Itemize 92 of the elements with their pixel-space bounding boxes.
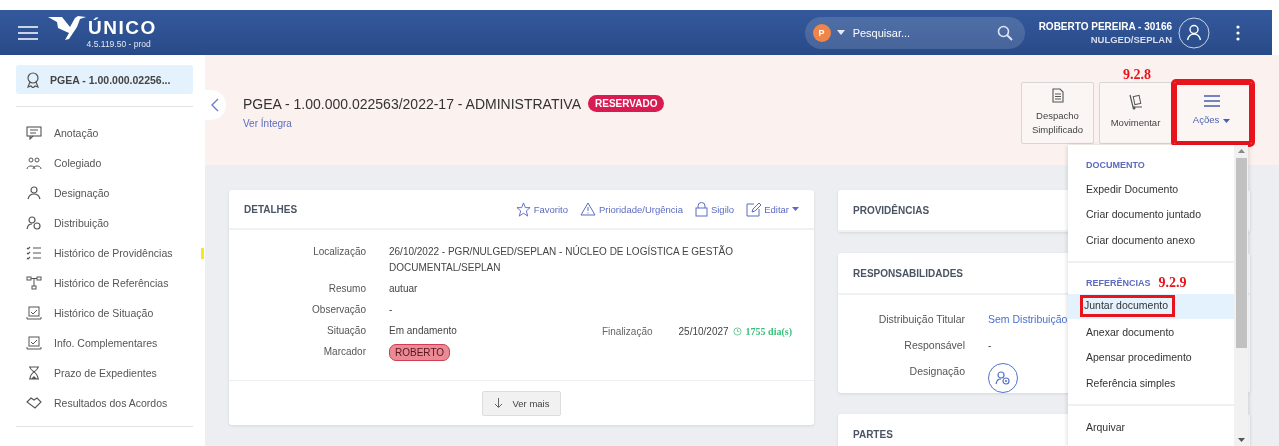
card-title: DETALHES [244,203,298,215]
field-label: Observação [311,303,366,317]
scroll-down-icon[interactable] [1237,438,1245,442]
card-title: RESPONSABILIDADES [853,267,963,279]
menu-item[interactable]: Apensar procedimento [1068,344,1234,370]
edit-icon [746,201,762,217]
view-full-link[interactable]: Ver Íntegra [243,118,1021,129]
annotation-label: 9.2.8 [1123,67,1151,82]
field-value: 25/10/2027 [678,325,729,337]
field-value: - [389,303,393,317]
person-icon [26,216,42,230]
checklist-icon [26,246,42,260]
sidebar-item[interactable]: Distribuição [16,208,193,238]
field-value: Em andamento [389,324,457,338]
lock-icon [694,201,708,217]
note-icon [26,126,42,140]
card-title: PARTES [853,428,893,440]
clock-icon [732,326,742,336]
menu-icon [1203,95,1220,108]
remaining-days: 1755 dia(s) [745,325,792,337]
field-label: Responsável [903,338,965,353]
sidebar-item[interactable]: Histórico de Referências [16,268,193,298]
menu-item[interactable]: Referência simples [1068,370,1234,396]
menu-item[interactable]: Criar documento juntado [1068,201,1234,227]
field-label: Distribuição Titular [877,312,965,327]
annotation-label: 9.2.9 [1158,274,1187,291]
process-title: PGEA - 1.00.000.022563/2022-17 - ADMINISTRATIVA [243,95,581,112]
award-icon [26,71,40,88]
people-icon [26,156,42,170]
hourglass-icon [26,366,42,380]
sidebar-item[interactable]: Designação [16,178,193,208]
field-label: Resumo [327,282,366,296]
user-name: ROBERTO PEREIRA - 30166 [1038,20,1172,32]
document-icon [1051,87,1064,103]
field-value: 26/10/2022 - PGR/NULGED/SEPLAN - NÚCLEO DE LOGÍSTICA E GESTÃO DOCUMENTAL/SEPLAN [389,244,734,275]
caret-icon[interactable] [836,30,845,35]
sidebar-item[interactable]: Info. Complementares [16,328,193,358]
assign-button[interactable] [988,363,1018,393]
sidebar-item[interactable]: Histórico de Providências [16,238,193,268]
field-label: Designação [908,364,965,379]
menu-item[interactable]: Expedir Documento [1068,176,1234,202]
chevron-left-icon [211,98,219,112]
hierarchy-icon [26,276,42,290]
sidebar-item[interactable]: Anotação [16,118,193,148]
sidebar-item[interactable]: Prazo de Expedientes [16,358,193,388]
field-label: Situação [326,324,366,338]
toolbar-button[interactable]: Movimentar [1099,81,1172,144]
see-more-button[interactable]: Ver mais [481,390,562,416]
person-icon [995,370,1011,386]
menu-icon[interactable] [18,25,38,40]
bird-logo-icon [48,16,86,40]
card-action-link[interactable]: Editar [746,201,799,217]
hand-truck-icon [1128,94,1143,111]
user-unit: NULGED/SEPLAN [1090,33,1172,45]
menu-item[interactable]: Anexar documento [1068,319,1234,345]
status-badge: RESERVADO [588,95,665,112]
person-icon [26,186,42,200]
user-avatar-icon[interactable] [1178,16,1210,49]
menu-item[interactable]: Arquivar [1068,414,1234,440]
toolbar-button[interactable]: Despacho Simplificado [1021,81,1094,144]
star-icon [515,201,531,217]
sidebar-item[interactable]: Colegiado [16,148,193,178]
scroll-up-icon[interactable] [1237,149,1245,153]
field-label: Localização [312,245,366,259]
toolbar-button[interactable]: Ações [1174,81,1252,144]
sidebar-item[interactable]: Histórico de Situação [16,298,193,328]
field-label: Finalização [601,325,653,337]
menu-section-title: REFERÊNCIAS [1086,277,1151,288]
card-title: PROVIDÊNCIAS [853,204,930,216]
more-icon[interactable] [1236,24,1240,41]
marker-tag: ROBERTO [389,344,451,361]
laptop-icon [26,336,42,350]
search-icon[interactable] [996,24,1013,41]
card-action-link[interactable]: Favorito [515,201,568,217]
app-name: ÚNICO [88,17,157,39]
field-value: autuar [389,282,418,296]
highlight-box: Juntar documento [1083,298,1173,315]
scrollbar[interactable] [1234,145,1248,446]
menu-item[interactable]: Juntar documento [1068,293,1234,319]
menu-section-title: DOCUMENTO [1086,160,1145,170]
menu-item[interactable]: Criar documento anexo [1068,227,1234,253]
field-value: - [988,338,992,353]
arrow-down-icon [493,398,503,408]
process-item[interactable]: PGEA - 1.00.000.02256... [16,65,193,94]
app-version: 4.5.119.50 - prod [86,39,151,49]
sidebar-item[interactable]: Resultados dos Acordos [16,388,193,418]
warning-icon [579,202,596,216]
card-action-link[interactable]: Sigilo [694,201,735,217]
field-link[interactable]: Sem Distribuição [988,313,1068,325]
laptop-icon [26,306,42,320]
field-label: Marcador [322,345,366,359]
card-action-link[interactable]: Prioridade/Urgência [579,201,683,217]
